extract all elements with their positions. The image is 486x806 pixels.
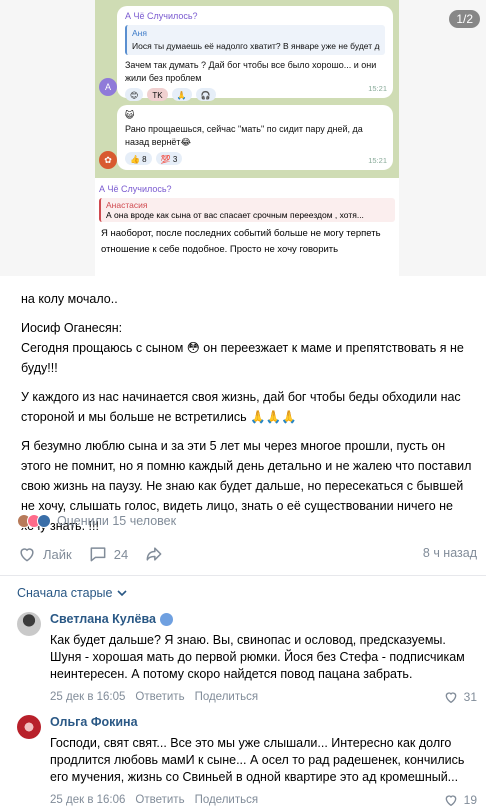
comment-footer: 25 дек в 16:05 Ответить Поделиться 31 xyxy=(50,689,477,705)
comment-author-name: Светлана Кулёва xyxy=(50,612,156,626)
quote-block: Анастасия А она вроде как сына от вас сп… xyxy=(99,198,395,222)
comment-like-button[interactable]: 19 xyxy=(443,792,477,806)
quote-block: Аня Иося ты думаешь её надолго хватит? В… xyxy=(125,25,385,55)
reaction: 😊 xyxy=(125,88,144,101)
share-button[interactable]: Поделиться xyxy=(195,794,259,806)
comment-footer: 25 дек в 16:06 Ответить Поделиться 19 xyxy=(50,792,477,806)
quote-text: А она вроде как сына от вас спасает сроч… xyxy=(106,210,364,220)
reaction: 👍 8 xyxy=(125,152,152,165)
message-time: 15:21 xyxy=(368,156,387,165)
comment-like-count: 19 xyxy=(463,793,477,806)
comment-date[interactable]: 25 дек в 16:06 xyxy=(50,794,125,806)
liker-avatars xyxy=(17,514,51,528)
message-text: Я наоборот, после последних событий боль… xyxy=(101,228,381,255)
quoted-author: Иосиф Оганесян: xyxy=(21,321,123,335)
comment-text: Как будет дальше? Я знаю. Вы, свинопас и… xyxy=(50,633,465,681)
reaction: TK xyxy=(147,88,168,101)
comment-body: Ольга Фокина Господи, свят свят... Все э… xyxy=(50,713,477,806)
avatar: А xyxy=(99,78,117,96)
badge-icon xyxy=(159,612,173,626)
avatar xyxy=(37,514,51,528)
avatar: ✿ xyxy=(99,151,117,169)
heart-icon xyxy=(20,548,34,562)
post-actions: Лайк 24 8 ч назад xyxy=(17,543,477,565)
comments-count: 24 xyxy=(113,546,129,562)
quote-text: Иося ты думаешь её надолго хватит? В янв… xyxy=(132,41,380,51)
liked-by[interactable]: Оценили 15 человек xyxy=(17,514,176,528)
divider xyxy=(0,575,486,576)
reactions: 👍 8 💯 3 xyxy=(117,149,393,168)
share-button[interactable] xyxy=(144,544,164,564)
avatar[interactable] xyxy=(17,612,41,636)
sort-dropdown[interactable]: Сначала старые xyxy=(17,586,128,600)
comment-author[interactable]: Ольга Фокина xyxy=(50,713,477,731)
image-counter: 1/2 xyxy=(449,10,480,28)
post-image[interactable]: А А Чё Случилось? Аня Иося ты думаешь её… xyxy=(0,0,486,276)
reaction: 🙏 xyxy=(171,88,192,101)
reply-sender: А Чё Случилось? xyxy=(125,11,198,21)
telegram-screenshot: А А Чё Случилось? Аня Иося ты думаешь её… xyxy=(95,0,399,276)
message-text: Зачем так думать ? Дай бог чтобы все был… xyxy=(125,60,377,83)
share-button[interactable]: Поделиться xyxy=(195,691,259,703)
reply-button[interactable]: Ответить xyxy=(135,794,184,806)
post-paragraph: на колу мочало.. xyxy=(21,292,118,306)
comment-icon xyxy=(90,547,106,562)
quoted-text: Сегодня прощаюсь с сыном 😳 он переезжает… xyxy=(21,341,464,375)
comment-like-button[interactable]: 31 xyxy=(443,689,477,705)
post-time[interactable]: 8 ч назад xyxy=(423,546,477,560)
chat-message: А Чё Случилось? Анастасия А она вроде ка… xyxy=(95,182,399,262)
comment-body: Светлана Кулёва Как будет дальше? Я знаю… xyxy=(50,610,477,705)
reply-button[interactable]: Ответить xyxy=(135,691,184,703)
reactions: 😊 TK 🙏 🎧 xyxy=(117,85,393,104)
like-label: Лайк xyxy=(43,546,72,562)
post-paragraph: У каждого из нас начинается своя жизнь, … xyxy=(21,390,461,424)
comment-author-name: Ольга Фокина xyxy=(50,715,138,729)
message-text: Рано прощаешься, сейчас "мать" по сидит … xyxy=(125,124,363,147)
avatar[interactable] xyxy=(17,715,41,739)
quote-author: Анастасия xyxy=(106,200,148,210)
message-time: 15:21 xyxy=(368,84,387,93)
sort-label: Сначала старые xyxy=(17,586,113,600)
quote-author: Аня xyxy=(132,28,147,38)
cat-emoji: 😺 xyxy=(125,110,135,120)
heart-icon xyxy=(445,692,456,704)
like-button[interactable]: Лайк xyxy=(17,544,72,564)
liked-count-label: Оценили 15 человек xyxy=(57,514,177,528)
chat-bubble: 😺 Рано прощаешься, сейчас "мать" по сиди… xyxy=(117,105,393,170)
chat-bubble: А Чё Случилось? Аня Иося ты думаешь её н… xyxy=(117,6,393,101)
comment-author[interactable]: Светлана Кулёва xyxy=(50,610,477,628)
reaction: 💯 3 xyxy=(155,152,183,165)
comment-like-count: 31 xyxy=(463,690,477,704)
reaction: 🎧 xyxy=(195,88,216,101)
comment-date[interactable]: 25 дек в 16:05 xyxy=(50,691,125,703)
reply-sender: А Чё Случилось? xyxy=(99,184,172,194)
share-icon xyxy=(146,547,162,561)
post-text: на колу мочало.. Иосиф Оганесян: Сегодня… xyxy=(21,289,476,545)
chevron-down-icon xyxy=(117,590,128,597)
comment-text: Господи, свят свят... Все это мы уже слы… xyxy=(50,736,465,784)
heart-icon xyxy=(445,795,456,806)
post-paragraph: Иосиф Оганесян: Сегодня прощаюсь с сыном… xyxy=(21,318,476,378)
comments-button[interactable]: 24 xyxy=(88,544,128,564)
